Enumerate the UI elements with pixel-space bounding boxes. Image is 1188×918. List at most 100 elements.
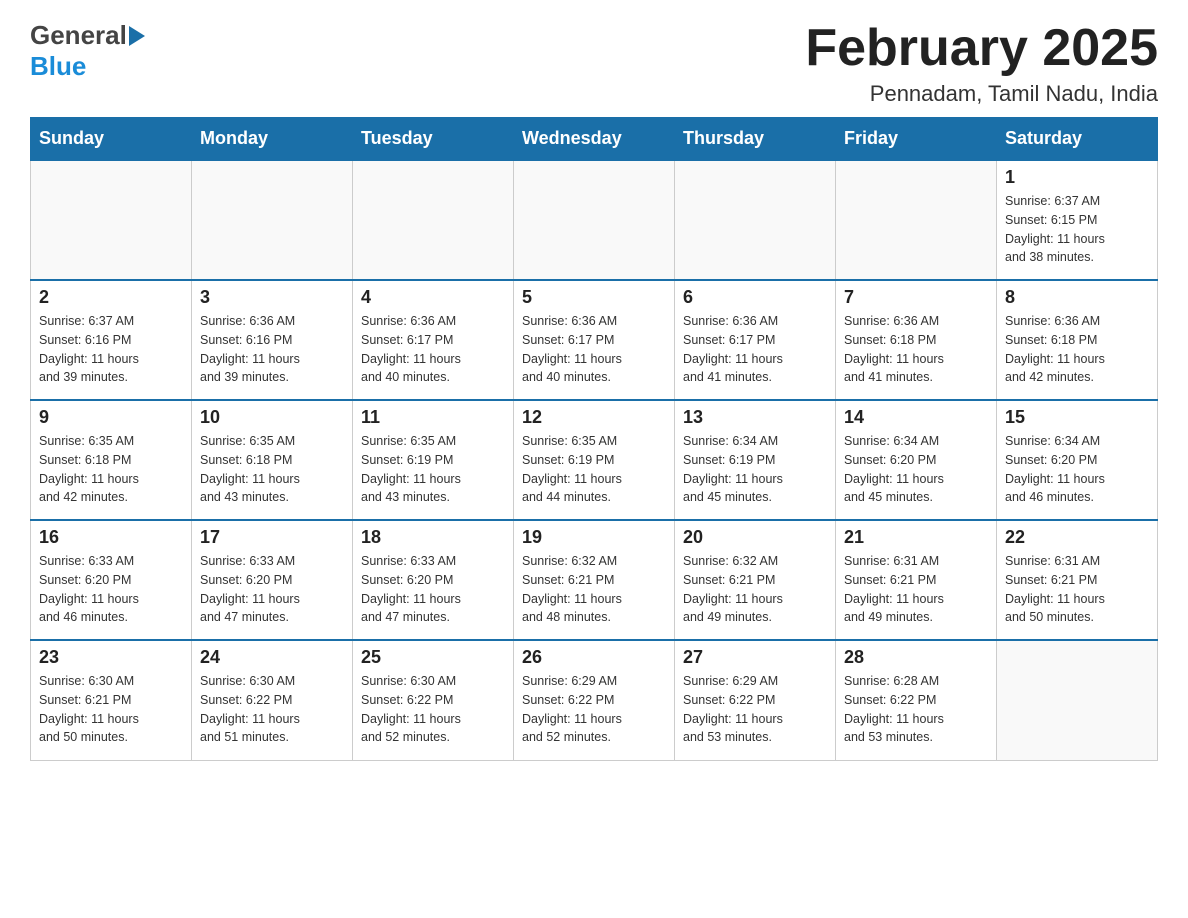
day-number: 18: [361, 527, 505, 548]
day-info: Sunrise: 6:31 AM Sunset: 6:21 PM Dayligh…: [844, 552, 988, 627]
calendar-cell: 17Sunrise: 6:33 AM Sunset: 6:20 PM Dayli…: [192, 520, 353, 640]
calendar-cell: [514, 160, 675, 280]
weekday-header-thursday: Thursday: [675, 118, 836, 161]
calendar-cell: 14 Sunrise: 6:34 AM Sunset: 6:20 PM Dayli…: [836, 400, 997, 520]
day-number: 9: [39, 407, 183, 428]
day-number: 27: [683, 647, 827, 668]
calendar-cell: 6 Sunrise: 6:36 AM Sunset: 6:17 PM Daylig…: [675, 280, 836, 400]
day-info: Sunrise: 6:35 AM Sunset: 6:18 PM Dayligh…: [39, 432, 183, 507]
calendar-cell: 9 Sunrise: 6:35 AM Sunset: 6:18 PM Daylig…: [31, 400, 192, 520]
day-info: Sunrise: 6:32 AM Sunset: 6:21 PM Dayligh…: [683, 552, 827, 627]
day-number: 13: [683, 407, 827, 428]
calendar-cell: [997, 640, 1158, 760]
day-number: 5: [522, 287, 666, 308]
day-info: Sunrise: 6:36 AM Sunset: 6:18 PM Dayligh…: [844, 312, 988, 387]
day-info: Sunrise: 6:36 AM Sunset: 6:17 PM Dayligh…: [683, 312, 827, 387]
calendar-cell: 7 Sunrise: 6:36 AM Sunset: 6:18 PM Daylig…: [836, 280, 997, 400]
calendar-cell: 27 Sunrise: 6:29 AM Sunset: 6:22 PM Dayli…: [675, 640, 836, 760]
calendar-table: SundayMondayTuesdayWednesdayThursdayFrid…: [30, 117, 1158, 761]
calendar-cell: 5Sunrise: 6:36 AM Sunset: 6:17 PM Daylig…: [514, 280, 675, 400]
weekday-header-saturday: Saturday: [997, 118, 1158, 161]
calendar-cell: 8 Sunrise: 6:36 AM Sunset: 6:18 PM Daylig…: [997, 280, 1158, 400]
calendar-cell: [353, 160, 514, 280]
day-info: Sunrise: 6:30 AM Sunset: 6:22 PM Dayligh…: [200, 672, 344, 747]
day-number: 26: [522, 647, 666, 668]
logo-chevron-icon: [129, 26, 145, 46]
day-info: Sunrise: 6:35 AM Sunset: 6:18 PM Dayligh…: [200, 432, 344, 507]
calendar-cell: [836, 160, 997, 280]
weekday-header-tuesday: Tuesday: [353, 118, 514, 161]
day-number: 11: [361, 407, 505, 428]
day-number: 21: [844, 527, 988, 548]
calendar-week-row: 16Sunrise: 6:33 AM Sunset: 6:20 PM Dayli…: [31, 520, 1158, 640]
day-number: 12: [522, 407, 666, 428]
calendar-cell: [31, 160, 192, 280]
calendar-week-row: 23 Sunrise: 6:30 AM Sunset: 6:21 PM Dayli…: [31, 640, 1158, 760]
day-info: Sunrise: 6:36 AM Sunset: 6:16 PM Dayligh…: [200, 312, 344, 387]
day-info: Sunrise: 6:30 AM Sunset: 6:21 PM Dayligh…: [39, 672, 183, 747]
day-info: Sunrise: 6:29 AM Sunset: 6:22 PM Dayligh…: [522, 672, 666, 747]
month-title: February 2025: [805, 20, 1158, 77]
day-number: 24: [200, 647, 344, 668]
calendar-cell: 25 Sunrise: 6:30 AM Sunset: 6:22 PM Dayli…: [353, 640, 514, 760]
logo: General Blue: [30, 20, 147, 82]
day-number: 6: [683, 287, 827, 308]
weekday-header-sunday: Sunday: [31, 118, 192, 161]
calendar-cell: 11 Sunrise: 6:35 AM Sunset: 6:19 PM Dayli…: [353, 400, 514, 520]
weekday-header-wednesday: Wednesday: [514, 118, 675, 161]
page-header: General Blue February 2025 Pennadam, Tam…: [30, 20, 1158, 107]
calendar-week-row: 2Sunrise: 6:37 AM Sunset: 6:16 PM Daylig…: [31, 280, 1158, 400]
calendar-cell: 3 Sunrise: 6:36 AM Sunset: 6:16 PM Daylig…: [192, 280, 353, 400]
day-info: Sunrise: 6:35 AM Sunset: 6:19 PM Dayligh…: [361, 432, 505, 507]
day-number: 25: [361, 647, 505, 668]
day-number: 20: [683, 527, 827, 548]
calendar-cell: 22Sunrise: 6:31 AM Sunset: 6:21 PM Dayli…: [997, 520, 1158, 640]
day-info: Sunrise: 6:29 AM Sunset: 6:22 PM Dayligh…: [683, 672, 827, 747]
day-number: 1: [1005, 167, 1149, 188]
calendar-cell: 2Sunrise: 6:37 AM Sunset: 6:16 PM Daylig…: [31, 280, 192, 400]
weekday-header-friday: Friday: [836, 118, 997, 161]
day-number: 10: [200, 407, 344, 428]
day-number: 7: [844, 287, 988, 308]
calendar-cell: 12 Sunrise: 6:35 AM Sunset: 6:19 PM Dayli…: [514, 400, 675, 520]
title-section: February 2025 Pennadam, Tamil Nadu, Indi…: [805, 20, 1158, 107]
logo-general-text: General: [30, 20, 127, 51]
day-number: 2: [39, 287, 183, 308]
calendar-cell: 13 Sunrise: 6:34 AM Sunset: 6:19 PM Dayli…: [675, 400, 836, 520]
day-info: Sunrise: 6:36 AM Sunset: 6:18 PM Dayligh…: [1005, 312, 1149, 387]
day-info: Sunrise: 6:35 AM Sunset: 6:19 PM Dayligh…: [522, 432, 666, 507]
day-info: Sunrise: 6:34 AM Sunset: 6:20 PM Dayligh…: [1005, 432, 1149, 507]
calendar-cell: [192, 160, 353, 280]
day-number: 19: [522, 527, 666, 548]
calendar-cell: [675, 160, 836, 280]
day-info: Sunrise: 6:34 AM Sunset: 6:19 PM Dayligh…: [683, 432, 827, 507]
day-info: Sunrise: 6:37 AM Sunset: 6:15 PM Dayligh…: [1005, 192, 1149, 267]
day-number: 17: [200, 527, 344, 548]
day-number: 4: [361, 287, 505, 308]
calendar-cell: 18 Sunrise: 6:33 AM Sunset: 6:20 PM Dayli…: [353, 520, 514, 640]
day-number: 8: [1005, 287, 1149, 308]
calendar-cell: 1 Sunrise: 6:37 AM Sunset: 6:15 PM Daylig…: [997, 160, 1158, 280]
day-info: Sunrise: 6:34 AM Sunset: 6:20 PM Dayligh…: [844, 432, 988, 507]
day-number: 3: [200, 287, 344, 308]
day-info: Sunrise: 6:30 AM Sunset: 6:22 PM Dayligh…: [361, 672, 505, 747]
day-info: Sunrise: 6:33 AM Sunset: 6:20 PM Dayligh…: [361, 552, 505, 627]
day-number: 15: [1005, 407, 1149, 428]
calendar-week-row: 1 Sunrise: 6:37 AM Sunset: 6:15 PM Daylig…: [31, 160, 1158, 280]
day-info: Sunrise: 6:32 AM Sunset: 6:21 PM Dayligh…: [522, 552, 666, 627]
calendar-cell: 21 Sunrise: 6:31 AM Sunset: 6:21 PM Dayli…: [836, 520, 997, 640]
calendar-cell: 15 Sunrise: 6:34 AM Sunset: 6:20 PM Dayli…: [997, 400, 1158, 520]
calendar-cell: 4Sunrise: 6:36 AM Sunset: 6:17 PM Daylig…: [353, 280, 514, 400]
day-number: 14: [844, 407, 988, 428]
day-number: 28: [844, 647, 988, 668]
day-info: Sunrise: 6:31 AM Sunset: 6:21 PM Dayligh…: [1005, 552, 1149, 627]
weekday-header-monday: Monday: [192, 118, 353, 161]
day-number: 23: [39, 647, 183, 668]
day-info: Sunrise: 6:33 AM Sunset: 6:20 PM Dayligh…: [39, 552, 183, 627]
calendar-header-row: SundayMondayTuesdayWednesdayThursdayFrid…: [31, 118, 1158, 161]
location-title: Pennadam, Tamil Nadu, India: [805, 81, 1158, 107]
calendar-cell: 10 Sunrise: 6:35 AM Sunset: 6:18 PM Dayli…: [192, 400, 353, 520]
calendar-cell: 19 Sunrise: 6:32 AM Sunset: 6:21 PM Dayli…: [514, 520, 675, 640]
logo-blue-text: Blue: [30, 51, 86, 81]
calendar-cell: 26 Sunrise: 6:29 AM Sunset: 6:22 PM Dayli…: [514, 640, 675, 760]
